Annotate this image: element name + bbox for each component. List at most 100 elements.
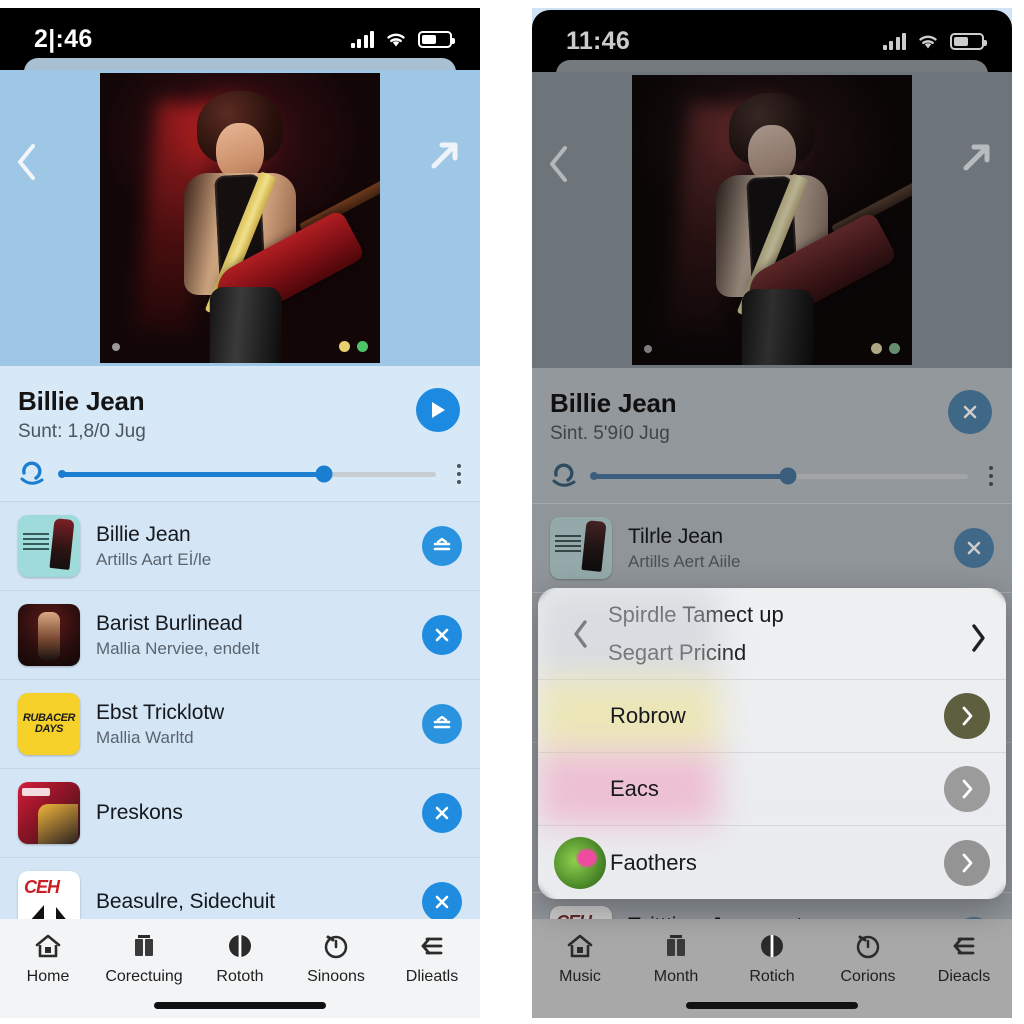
carousel-dot-green <box>357 341 368 352</box>
chevron-right-icon[interactable] <box>944 766 990 812</box>
tab-sinoons[interactable]: Sinoons <box>291 931 381 986</box>
share-arrow-icon[interactable] <box>424 136 464 176</box>
phone-left: 2|:46 Billie Jean Sunt: 1,8/0 Jug Billie… <box>0 8 480 1018</box>
tab-label: Corions <box>840 968 896 985</box>
tab-dlieatls[interactable]: Dlieatls <box>387 931 477 986</box>
song-subtitle: Artills Aert Aiile <box>628 551 741 571</box>
tab-label: Month <box>653 968 699 985</box>
list-item[interactable]: Tilrle Jean Artills Aert Aiile <box>532 504 1012 593</box>
tab-dieacls[interactable]: Dieacls <box>919 931 1009 986</box>
carousel-dots <box>339 341 368 352</box>
tab-home[interactable]: Home <box>3 931 93 986</box>
tab-corectuing[interactable]: Corectuing <box>99 931 189 986</box>
back-chevron-icon[interactable] <box>546 144 572 182</box>
song-title: Billie Jean <box>96 522 191 546</box>
album-art-text: RUBACER DAYS <box>22 712 76 735</box>
home-indicator <box>154 1002 326 1009</box>
wifi-icon <box>919 35 937 48</box>
carousel-dots <box>871 343 900 354</box>
screenshot-stage: 2|:46 Billie Jean Sunt: 1,8/0 Jug Billie… <box>0 0 1024 1024</box>
close-icon[interactable] <box>422 615 462 655</box>
status-icons <box>350 30 455 48</box>
equalizer-icon[interactable] <box>422 526 462 566</box>
phone-right: 11:46 Billie Jean Sint. 5'9í0 Jug Tilrle… <box>532 8 1012 1018</box>
chevron-right-icon[interactable] <box>944 839 990 886</box>
tab-month[interactable]: Month <box>631 931 721 986</box>
battery-icon <box>418 30 455 48</box>
kebab-menu-icon[interactable] <box>988 466 994 486</box>
sheet-header-line1: Spirdle Tamect up <box>608 601 784 627</box>
album-art <box>18 782 80 844</box>
song-title: Ebst Tricklotw <box>96 700 225 724</box>
loop-icon[interactable] <box>18 461 48 487</box>
list-item[interactable]: RUBACER DAYS Ebst Tricklotw Mallia Warlt… <box>0 680 480 769</box>
list-item[interactable]: Barist Burlinead Mallia Nerviee, endelt <box>0 591 480 680</box>
tab-corions[interactable]: Corions <box>823 931 913 986</box>
loop-icon[interactable] <box>550 463 580 489</box>
tab-rotich[interactable]: Rotich <box>727 931 817 986</box>
back-chevron-icon[interactable] <box>554 619 608 649</box>
chevron-right-icon[interactable] <box>968 623 990 652</box>
song-title: Tilrle Jean <box>628 524 723 548</box>
tab-rototh[interactable]: Rototh <box>195 931 285 986</box>
cellular-bars-icon <box>882 32 906 50</box>
album-art <box>550 517 612 579</box>
tab-bar-left: Home Corectuing Rototh Sinoons Dlieatls <box>0 919 480 1018</box>
back-chevron-icon[interactable] <box>14 142 40 180</box>
list-lines-icon <box>417 931 447 961</box>
sheet-row[interactable]: Robrow <box>538 680 1006 753</box>
status-bar-left: 2|:46 <box>0 8 480 84</box>
hero-banner-right <box>532 72 1012 368</box>
progress-slider[interactable] <box>590 467 968 485</box>
sheet-header-line2: Segart Pricind <box>608 639 747 665</box>
timer-icon <box>853 931 883 961</box>
tab-label: Dlieatls <box>405 968 459 985</box>
sheet-row-label: Faothers <box>610 849 697 875</box>
tab-label: Rototh <box>216 968 264 985</box>
sheet-row[interactable]: Faothers <box>538 826 1006 899</box>
list-item[interactable]: Preskons <box>0 769 480 858</box>
song-list-left: Billie Jean Artills Aart Eİ/le Barist Bu… <box>0 502 480 947</box>
hero-banner-left <box>0 70 480 366</box>
now-playing-title: Billie Jean <box>18 386 145 416</box>
timer-icon <box>321 931 351 961</box>
sheet-row-label: Eacs <box>610 776 659 801</box>
close-icon[interactable] <box>954 528 994 568</box>
now-playing-subtitle: Sint. 5'9í0 Jug <box>550 423 670 444</box>
home-indicator <box>686 1002 858 1009</box>
kebab-menu-icon[interactable] <box>456 464 462 484</box>
share-arrow-icon[interactable] <box>956 138 996 178</box>
close-icon[interactable] <box>422 882 462 922</box>
artist-photo <box>100 73 380 363</box>
playback-controls <box>18 461 462 487</box>
progress-slider[interactable] <box>58 465 436 483</box>
song-title: Preskons <box>96 801 183 824</box>
now-playing-left: Billie Jean Sunt: 1,8/0 Jug <box>0 366 480 502</box>
play-icon[interactable] <box>416 388 460 432</box>
equalizer-icon[interactable] <box>422 704 462 744</box>
tab-label: Music <box>559 968 601 985</box>
tab-label: Home <box>26 968 70 985</box>
slider-knob[interactable] <box>779 467 797 485</box>
album-art: RUBACER DAYS <box>18 693 80 755</box>
sheet-header-row[interactable]: Spirdle Tamect up Segart Pricind <box>538 588 1006 680</box>
list-item[interactable]: Billie Jean Artills Aart Eİ/le <box>0 502 480 591</box>
sheet-row-label: Robrow <box>610 703 686 728</box>
status-bar-right: 11:46 <box>532 10 1012 86</box>
chevron-right-icon[interactable] <box>944 693 990 739</box>
album-art <box>18 515 80 577</box>
home-icon <box>33 931 63 961</box>
tab-label: Corectuing <box>105 968 183 985</box>
list-lines-icon <box>949 931 979 961</box>
carousel-dot-yellow <box>871 343 882 354</box>
close-icon[interactable] <box>422 793 462 833</box>
action-sheet[interactable]: Spirdle Tamect up Segart Pricind Robrow … <box>538 588 1006 899</box>
album-art-text: CEH <box>24 877 60 897</box>
carousel-dot-yellow <box>339 341 350 352</box>
tab-music[interactable]: Music <box>535 931 625 986</box>
left-phone-content: 2|:46 Billie Jean Sunt: 1,8/0 Jug Billie… <box>0 8 480 947</box>
sheet-row[interactable]: Eacs <box>538 753 1006 826</box>
slider-knob[interactable] <box>315 465 333 483</box>
carousel-dot-gray <box>112 343 120 351</box>
close-icon[interactable] <box>948 390 992 434</box>
